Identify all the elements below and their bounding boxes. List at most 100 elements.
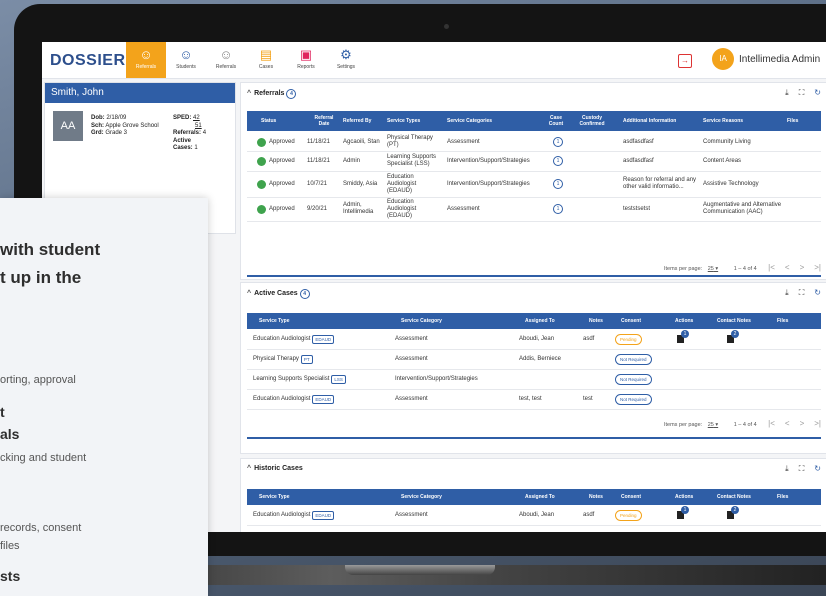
status-text: Approved bbox=[269, 180, 295, 187]
col-files[interactable]: Files bbox=[777, 489, 788, 505]
status-text: Approved bbox=[269, 138, 295, 145]
case-count-badge[interactable]: 1 bbox=[553, 204, 563, 214]
consent-status[interactable]: Not Required bbox=[615, 373, 652, 385]
col-additional-info[interactable]: Additional Information bbox=[623, 111, 676, 131]
col-case-count[interactable]: Case Count bbox=[545, 111, 567, 131]
col-assigned-to[interactable]: Assigned To bbox=[525, 313, 555, 329]
col-contact-notes[interactable]: Contact Notes bbox=[717, 489, 751, 505]
table-row[interactable]: Education Audiologist EDAUD Assessment Abou… bbox=[247, 329, 821, 350]
next-page-icon[interactable]: > bbox=[800, 263, 805, 272]
status-cell: Approved bbox=[257, 133, 295, 151]
col-service-type[interactable]: Service Type bbox=[259, 313, 289, 329]
col-contact-notes[interactable]: Contact Notes bbox=[717, 313, 751, 329]
case-count-badge[interactable]: 1 bbox=[553, 179, 563, 189]
col-notes[interactable]: Notes bbox=[589, 313, 603, 329]
case-count-badge[interactable]: 1 bbox=[553, 156, 563, 166]
download-icon[interactable]: ⤓ bbox=[785, 288, 789, 297]
exit-icon[interactable]: → bbox=[678, 54, 692, 68]
refresh-icon[interactable]: ↻ bbox=[814, 464, 821, 473]
service-tag: LSS bbox=[331, 374, 346, 384]
col-referred-by[interactable]: Referred By bbox=[343, 111, 371, 131]
case-count-badge[interactable]: 1 bbox=[553, 137, 563, 147]
refresh-icon[interactable]: ↻ bbox=[814, 88, 821, 97]
col-service-types[interactable]: Service Types bbox=[387, 111, 420, 131]
col-service-category[interactable]: Service Category bbox=[401, 489, 442, 505]
service-category: Assessment bbox=[395, 355, 428, 362]
col-date[interactable]: Referral Date bbox=[309, 111, 339, 131]
refresh-icon[interactable]: ↻ bbox=[814, 288, 821, 297]
page-size-select[interactable]: 25 ▾ bbox=[708, 266, 718, 272]
expand-icon[interactable]: ⛶ bbox=[799, 88, 805, 97]
people-icon: ☺ bbox=[139, 47, 153, 62]
user-name[interactable]: Intellimedia Admin bbox=[739, 54, 820, 65]
panel-title[interactable]: ^ Referrals 4 bbox=[247, 89, 297, 99]
consent-status[interactable]: Pending bbox=[615, 333, 642, 345]
col-status[interactable]: Status bbox=[261, 111, 276, 131]
table-row[interactable]: Education Audiologist EDAUD Assessment Abou… bbox=[247, 505, 821, 526]
download-icon[interactable]: ⤓ bbox=[785, 88, 789, 97]
service-type: Education Audiologist EDAUD bbox=[253, 389, 335, 409]
nav-referrals-2[interactable]: ☺ Referrals bbox=[206, 42, 246, 78]
nav-cases[interactable]: ▤ Cases bbox=[246, 42, 286, 78]
student-stats: SPED: 42 51 Referrals: 4 Active Cases: 1 bbox=[173, 115, 233, 153]
consent-status[interactable]: Not Required bbox=[615, 393, 652, 405]
expand-icon[interactable]: ⛶ bbox=[799, 464, 805, 473]
first-page-icon[interactable]: |< bbox=[768, 419, 775, 428]
nav-students[interactable]: ☺ Students bbox=[166, 42, 206, 78]
table-row[interactable]: Approved 11/18/21 Admin Learning Supports S… bbox=[247, 151, 821, 172]
col-actions[interactable]: Actions bbox=[675, 489, 693, 505]
col-assigned-to[interactable]: Assigned To bbox=[525, 489, 555, 505]
col-files[interactable]: Files bbox=[777, 313, 788, 329]
prev-page-icon[interactable]: < bbox=[785, 419, 790, 428]
chevron-up-icon: ^ bbox=[247, 90, 252, 97]
col-notes[interactable]: Notes bbox=[589, 489, 603, 505]
col-service-categories[interactable]: Service Categories bbox=[447, 111, 492, 131]
task-icon[interactable]: 1 bbox=[677, 330, 689, 343]
table-row[interactable]: Education Audiologist EDAUD Assessment test… bbox=[247, 389, 821, 410]
assigned-to: Addis, Berniece bbox=[519, 355, 562, 362]
table-row[interactable]: Approved 11/18/21 Agcaoili, Stan Physical T… bbox=[247, 133, 821, 152]
active-cases-title: Active Cases bbox=[254, 290, 298, 297]
service-reason: Assistive Technology bbox=[703, 180, 759, 187]
first-page-icon[interactable]: |< bbox=[768, 263, 775, 272]
task-icon[interactable]: 1 bbox=[677, 506, 689, 519]
next-page-icon[interactable]: > bbox=[800, 419, 805, 428]
nav-referrals[interactable]: ☺ Referrals bbox=[126, 42, 166, 78]
col-actions[interactable]: Actions bbox=[675, 313, 693, 329]
table-row[interactable]: Approved 10/7/21 Smiddy, Asia Education Aud… bbox=[247, 171, 821, 198]
col-service-type[interactable]: Service Type bbox=[259, 489, 289, 505]
panel-title[interactable]: ^ Historic Cases bbox=[247, 465, 303, 472]
note-icon[interactable]: 2 bbox=[727, 330, 739, 343]
sped-link[interactable]: 51 bbox=[195, 123, 202, 129]
last-page-icon[interactable]: >| bbox=[814, 263, 821, 272]
last-page-icon[interactable]: >| bbox=[814, 419, 821, 428]
consent-status[interactable]: Pending bbox=[615, 509, 642, 521]
sped-link[interactable]: 42 bbox=[193, 115, 200, 121]
cases-count: 1 bbox=[194, 145, 198, 151]
nav-reports[interactable]: ▣ Reports bbox=[286, 42, 326, 78]
referrals-panel: ^ Referrals 4 ⤓ ⛶ ↻ Status Referral Date Ref… bbox=[240, 82, 826, 280]
app-logo[interactable]: DOSSIER bbox=[50, 52, 126, 70]
col-service-category[interactable]: Service Category bbox=[401, 313, 442, 329]
prev-page-icon[interactable]: < bbox=[785, 263, 790, 272]
table-row[interactable]: Approved 9/20/21 Admin, Intellimedia Educat… bbox=[247, 197, 821, 222]
consent-status[interactable]: Not Required bbox=[615, 353, 652, 365]
col-consent[interactable]: Consent bbox=[621, 489, 641, 505]
case-count-cell: 1 bbox=[553, 133, 563, 151]
col-consent[interactable]: Consent bbox=[621, 313, 641, 329]
col-files[interactable]: Files bbox=[787, 111, 798, 131]
panel-actions: ⤓ ⛶ ↻ bbox=[775, 288, 821, 298]
table-row[interactable]: Learning Supports Specialist LSS Intervent… bbox=[247, 369, 821, 390]
col-service-reasons[interactable]: Service Reasons bbox=[703, 111, 743, 131]
download-icon[interactable]: ⤓ bbox=[785, 464, 789, 473]
nav-settings[interactable]: ⚙ Settings bbox=[326, 42, 366, 78]
user-avatar[interactable]: IA bbox=[712, 48, 734, 70]
panel-title[interactable]: ^ Active Cases 4 bbox=[247, 289, 310, 299]
table-row[interactable]: Physical Therapy PT Assessment Addis, Berni… bbox=[247, 349, 821, 370]
col-custody[interactable]: Custody Confirmed bbox=[577, 111, 607, 131]
actions-cell: 1 bbox=[677, 329, 689, 349]
referred-by: Admin bbox=[343, 157, 361, 164]
note-icon[interactable]: 2 bbox=[727, 506, 739, 519]
page-size-select[interactable]: 25 ▾ bbox=[708, 422, 718, 428]
expand-icon[interactable]: ⛶ bbox=[799, 288, 805, 297]
